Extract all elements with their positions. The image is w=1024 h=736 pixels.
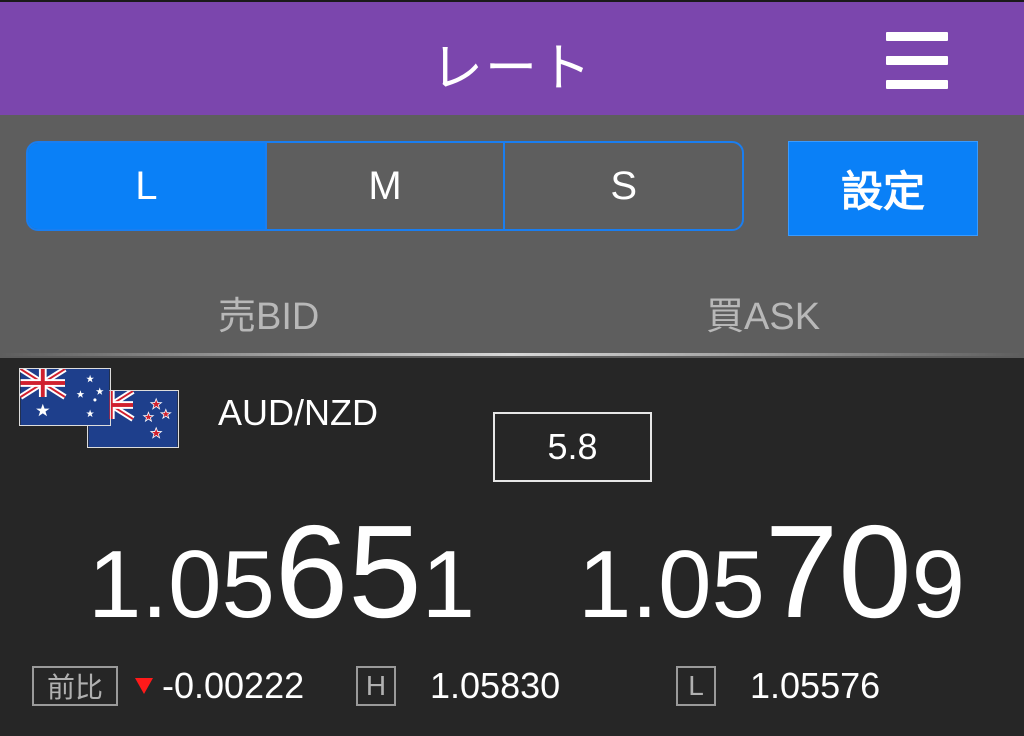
ask-price-suffix: 9 <box>911 531 966 638</box>
bid-price-pips: 65 <box>274 498 422 645</box>
hamburger-menu-icon[interactable] <box>886 32 950 90</box>
low-value: 1.05576 <box>750 665 881 706</box>
app-header: レート <box>0 0 1024 115</box>
page-title: レート <box>430 40 593 98</box>
menu-bar-top <box>886 32 948 41</box>
bid-price-prefix: 1.05 <box>88 531 275 638</box>
menu-bar-middle <box>886 56 948 65</box>
down-arrow-icon <box>135 678 153 694</box>
ask-price[interactable]: 1.05709 <box>578 506 965 638</box>
size-option-l[interactable]: L <box>28 143 265 229</box>
size-segmented-control: L M S <box>26 141 744 231</box>
size-option-m[interactable]: M <box>264 143 504 229</box>
change-label: 前比 <box>32 666 118 706</box>
spread-value: 5.8 <box>547 426 598 467</box>
toolbar: L M S 設定 売BID 買ASK <box>0 115 1024 360</box>
bid-price[interactable]: 1.05651 <box>88 506 475 638</box>
bid-price-suffix: 1 <box>421 531 476 638</box>
size-option-s[interactable]: S <box>503 143 742 229</box>
high-label: H <box>356 666 396 706</box>
high-value: 1.05830 <box>430 665 561 706</box>
australia-flag-icon <box>19 368 111 426</box>
currency-pair: AUD/NZD <box>218 392 378 433</box>
menu-bar-bottom <box>886 80 948 89</box>
section-divider <box>0 353 1024 356</box>
ask-column-header: 買ASK <box>706 296 821 338</box>
change-value: -0.00222 <box>162 665 305 706</box>
ask-price-pips: 70 <box>764 498 912 645</box>
settings-button[interactable]: 設定 <box>788 141 978 236</box>
rate-row[interactable]: AUD/NZD 5.8 1.05651 1.05709 前比 -0.00222 … <box>0 358 1024 736</box>
spread-box: 5.8 <box>493 412 652 482</box>
bid-column-header: 売BID <box>218 296 320 338</box>
low-label: L <box>676 666 716 706</box>
ask-price-prefix: 1.05 <box>578 531 765 638</box>
